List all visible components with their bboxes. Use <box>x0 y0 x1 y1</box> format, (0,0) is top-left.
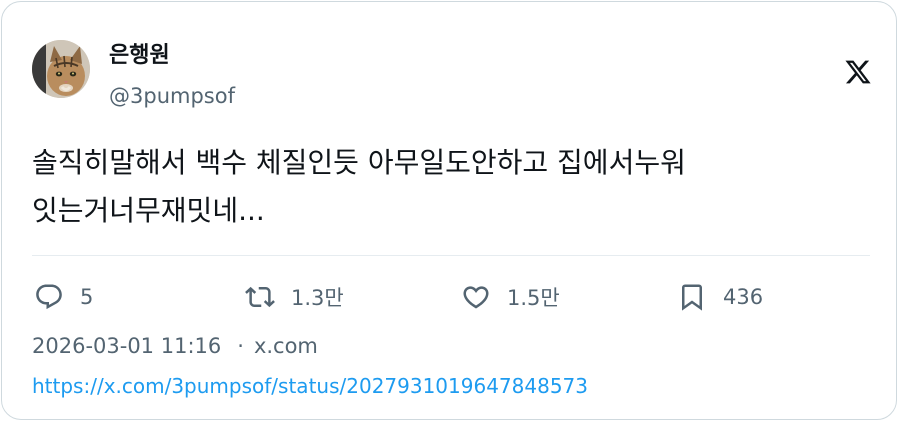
like-count: 1.5만 <box>507 286 560 310</box>
tweet-link[interactable]: https://x.com/3pumpsof/status/2027931019… <box>32 372 588 400</box>
x-logo-icon[interactable] <box>844 58 872 86</box>
divider <box>32 255 870 256</box>
bookmark-button[interactable]: 436 <box>677 279 763 315</box>
meta-separator: · <box>237 334 244 358</box>
heart-icon <box>463 286 489 309</box>
reply-count: 5 <box>80 285 94 309</box>
bookmark-count: 436 <box>723 285 764 309</box>
source-domain: x.com <box>253 334 318 358</box>
repost-icon <box>245 286 275 308</box>
tweet-card: 은행원 @3pumpsof 솔직히말해서 백수 체질인듯 아무일도안하고 집에서… <box>1 1 897 420</box>
tweet-meta: 2026-03-01 11:16 · x.com <box>32 332 318 360</box>
reply-icon <box>36 284 62 310</box>
repost-button[interactable]: 1.3만 <box>245 279 344 315</box>
reply-button[interactable]: 5 <box>34 279 93 315</box>
like-button[interactable]: 1.5만 <box>461 279 560 315</box>
author-display-name[interactable]: 은행원 <box>109 42 170 70</box>
author-handle[interactable]: @3pumpsof <box>109 82 235 110</box>
avatar[interactable] <box>32 40 90 98</box>
tweet-text: 솔직히말해서 백수 체질인듯 아무일도안하고 집에서누워 잇는거너무재밋네... <box>32 146 686 227</box>
cat-avatar-icon <box>32 40 90 98</box>
timestamp[interactable]: 2026-03-01 11:16 <box>32 334 221 358</box>
bookmark-icon <box>682 284 702 311</box>
repost-count: 1.3만 <box>291 286 344 310</box>
